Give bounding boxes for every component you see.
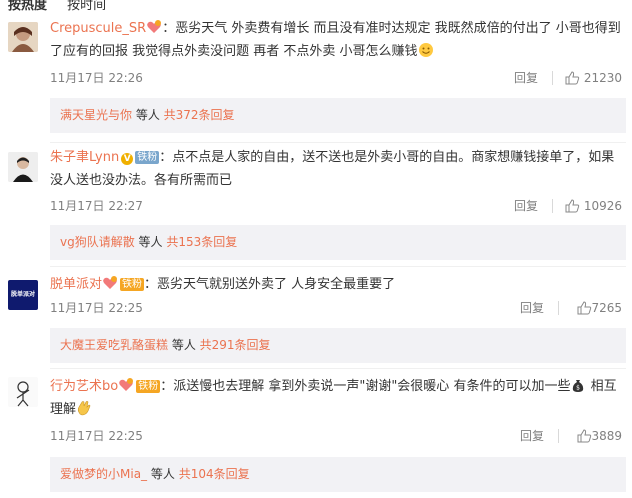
comment-body: Crepuscule_SR ：恶劣天气 外卖费有增长 而且没有准时达规定 我既然成… [50,17,626,63]
sub-reply-box[interactable]: 爱做梦的小Mia_ 等人 共104条回复 [50,457,626,492]
like-icon[interactable] [564,198,580,214]
divider [558,429,559,443]
like-icon[interactable] [576,428,592,444]
comment-text: ：派送慢也去理解 拿到外卖说一声"谢谢"会很暖心 有条件的可以加一些 [160,379,571,394]
timestamp: 11月17日 22:27 [50,199,143,213]
sub-reply-text: 等人 [168,338,200,352]
avatar-logo: 脱单派对 [8,280,38,310]
fan-badge-icon [102,275,118,291]
sort-tabs: 按热度 按时间 [8,0,122,13]
avatar[interactable] [8,377,38,407]
divider [552,199,553,213]
money-bag-emoji-icon: $ [570,377,586,393]
like-icon[interactable] [564,70,580,86]
avatar[interactable] [8,22,38,52]
reply-button[interactable]: 回复 [514,68,538,88]
sub-reply-box[interactable]: 大魔王爱吃乳酪蛋糕 等人 共291条回复 [50,328,626,363]
fan-badge-icon [146,19,162,35]
sub-reply-count-link[interactable]: 共153条回复 [166,235,237,249]
like-count: 10926 [583,199,622,213]
comment-body: 脱单派对 铁粉 ：恶劣天气就别送外卖了 人身安全最重要了 [50,273,626,296]
fan-badge: 铁粉 [120,278,145,291]
comment-body: 行为艺术bo 铁粉 ：派送慢也去理解 拿到外卖说一声"谢谢"会很暖心 有条件的可以加… [50,375,626,421]
timestamp: 11月17日 22:26 [50,71,143,85]
fan-badge: 铁粉 [136,380,161,393]
comment-text: ：恶劣天气就别送外卖了 人身安全最重要了 [144,277,396,292]
divider [558,301,559,315]
reply-button[interactable]: 回复 [520,426,544,446]
sub-reply-count-link[interactable]: 共372条回复 [164,108,235,122]
sub-reply-user[interactable]: 爱做梦的小Mia_ [60,467,147,481]
comment-meta: 11月17日 22:25 回复 3889 [50,426,622,446]
username-link[interactable]: 朱子聿Lynn [50,150,119,165]
username-link[interactable]: Crepuscule_SR [50,21,146,36]
comment-meta: 11月17日 22:26 回复 21230 [50,68,622,88]
reply-button[interactable]: 回复 [520,298,544,318]
sub-reply-text: 等人 [134,235,167,249]
tab-hot[interactable]: 按热度 [8,0,47,13]
sub-reply-text: 等人 [147,467,179,481]
like-count: 3889 [591,429,622,443]
username-link[interactable]: 脱单派对 [50,277,102,292]
timestamp: 11月17日 22:25 [50,301,143,315]
tab-time[interactable]: 按时间 [67,0,106,13]
comment-meta: 11月17日 22:25 回复 7265 [50,298,622,318]
smile-emoji-icon [418,42,434,58]
sub-reply-user[interactable]: 大魔王爱吃乳酪蛋糕 [60,338,168,352]
divider [552,71,553,85]
verified-icon: V [121,153,134,165]
avatar[interactable]: 脱单派对 [8,280,38,310]
like-count: 7265 [591,301,622,315]
reply-button[interactable]: 回复 [514,196,538,216]
sub-reply-text: 等人 [132,108,164,122]
fan-badge: 铁粉 [135,151,160,164]
sub-reply-user[interactable]: 满天星光与你 [60,108,132,122]
like-count: 21230 [583,71,622,85]
timestamp: 11月17日 22:25 [50,429,143,443]
fan-badge-icon [118,377,134,393]
like-icon[interactable] [576,300,592,316]
comment-meta: 11月17日 22:27 回复 10926 [50,196,622,216]
divider [50,368,626,369]
sub-reply-count-link[interactable]: 共104条回复 [179,467,250,481]
sub-reply-box[interactable]: 满天星光与你 等人 共372条回复 [50,98,626,133]
divider [50,142,626,143]
clap-emoji-icon [76,400,92,416]
comment-body: 朱子聿Lynn V 铁粉 ：点不点是人家的自由，送不送也是外卖小哥的自由。商家想赚钱接… [50,146,626,192]
sub-reply-user[interactable]: vg狗队请解散 [60,235,135,249]
divider [50,266,626,267]
username-link[interactable]: 行为艺术bo [50,379,118,394]
sub-reply-count-link[interactable]: 共291条回复 [200,338,271,352]
avatar[interactable] [8,152,38,182]
svg-text:$: $ [577,385,581,392]
sub-reply-box[interactable]: vg狗队请解散 等人 共153条回复 [50,225,626,260]
